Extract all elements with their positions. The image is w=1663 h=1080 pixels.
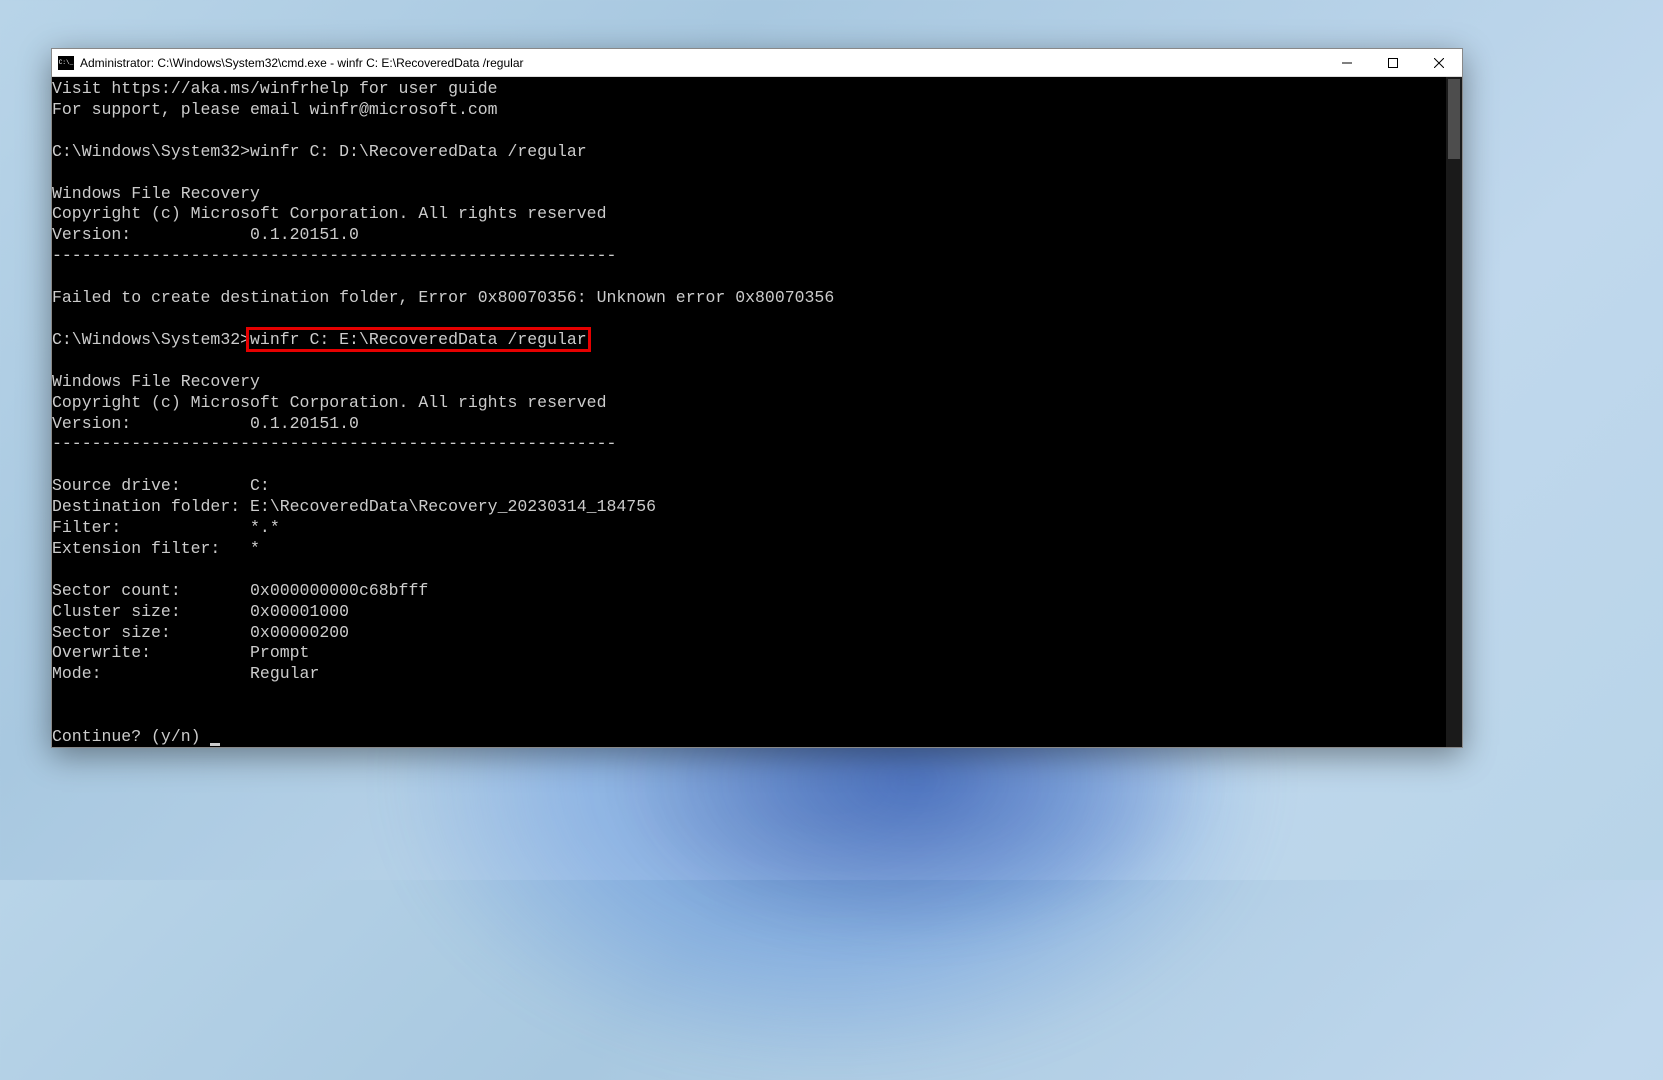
terminal-line: Extension filter: * bbox=[52, 539, 1462, 560]
terminal-line bbox=[52, 267, 1462, 288]
maximize-button[interactable] bbox=[1370, 49, 1416, 76]
scrollbar-track[interactable] bbox=[1446, 77, 1462, 747]
terminal-line: Version: 0.1.20151.0 bbox=[52, 414, 1462, 435]
terminal-line: Copyright (c) Microsoft Corporation. All… bbox=[52, 204, 1462, 225]
terminal-line: Windows File Recovery bbox=[52, 372, 1462, 393]
terminal-line: Failed to create destination folder, Err… bbox=[52, 288, 1462, 309]
cmd-icon bbox=[58, 56, 74, 70]
terminal-line: Mode: Regular bbox=[52, 664, 1462, 685]
terminal-line: Filter: *.* bbox=[52, 518, 1462, 539]
window-title: Administrator: C:\Windows\System32\cmd.e… bbox=[80, 56, 1324, 70]
terminal-line: Version: 0.1.20151.0 bbox=[52, 225, 1462, 246]
terminal-body[interactable]: Visit https://aka.ms/winfrhelp for user … bbox=[52, 77, 1462, 747]
terminal-line: For support, please email winfr@microsof… bbox=[52, 100, 1462, 121]
close-button[interactable] bbox=[1416, 49, 1462, 76]
terminal-output: Visit https://aka.ms/winfrhelp for user … bbox=[52, 79, 1462, 747]
terminal-line: Windows File Recovery bbox=[52, 184, 1462, 205]
terminal-line: Copyright (c) Microsoft Corporation. All… bbox=[52, 393, 1462, 414]
terminal-line: ----------------------------------------… bbox=[52, 434, 1462, 455]
terminal-line bbox=[52, 309, 1462, 330]
cursor bbox=[210, 743, 220, 746]
terminal-line bbox=[52, 351, 1462, 372]
terminal-line bbox=[52, 560, 1462, 581]
cmd-window: Administrator: C:\Windows\System32\cmd.e… bbox=[51, 48, 1463, 748]
terminal-line: Sector count: 0x000000000c68bfff bbox=[52, 581, 1462, 602]
terminal-line: C:\Windows\System32>winfr C: E:\Recovere… bbox=[52, 330, 1462, 351]
terminal-line bbox=[52, 163, 1462, 184]
terminal-line: Cluster size: 0x00001000 bbox=[52, 602, 1462, 623]
terminal-line: Visit https://aka.ms/winfrhelp for user … bbox=[52, 79, 1462, 100]
terminal-line: ----------------------------------------… bbox=[52, 246, 1462, 267]
minimize-button[interactable] bbox=[1324, 49, 1370, 76]
terminal-line: C:\Windows\System32>winfr C: D:\Recovere… bbox=[52, 142, 1462, 163]
terminal-line bbox=[52, 685, 1462, 706]
terminal-line bbox=[52, 455, 1462, 476]
window-controls bbox=[1324, 49, 1462, 76]
scrollbar-thumb[interactable] bbox=[1448, 79, 1460, 159]
terminal-line bbox=[52, 121, 1462, 142]
terminal-line bbox=[52, 706, 1462, 727]
terminal-line: Destination folder: E:\RecoveredData\Rec… bbox=[52, 497, 1462, 518]
titlebar[interactable]: Administrator: C:\Windows\System32\cmd.e… bbox=[52, 49, 1462, 77]
terminal-line: Overwrite: Prompt bbox=[52, 643, 1462, 664]
terminal-line: Source drive: C: bbox=[52, 476, 1462, 497]
terminal-line: Continue? (y/n) bbox=[52, 727, 1462, 747]
terminal-line: Sector size: 0x00000200 bbox=[52, 623, 1462, 644]
